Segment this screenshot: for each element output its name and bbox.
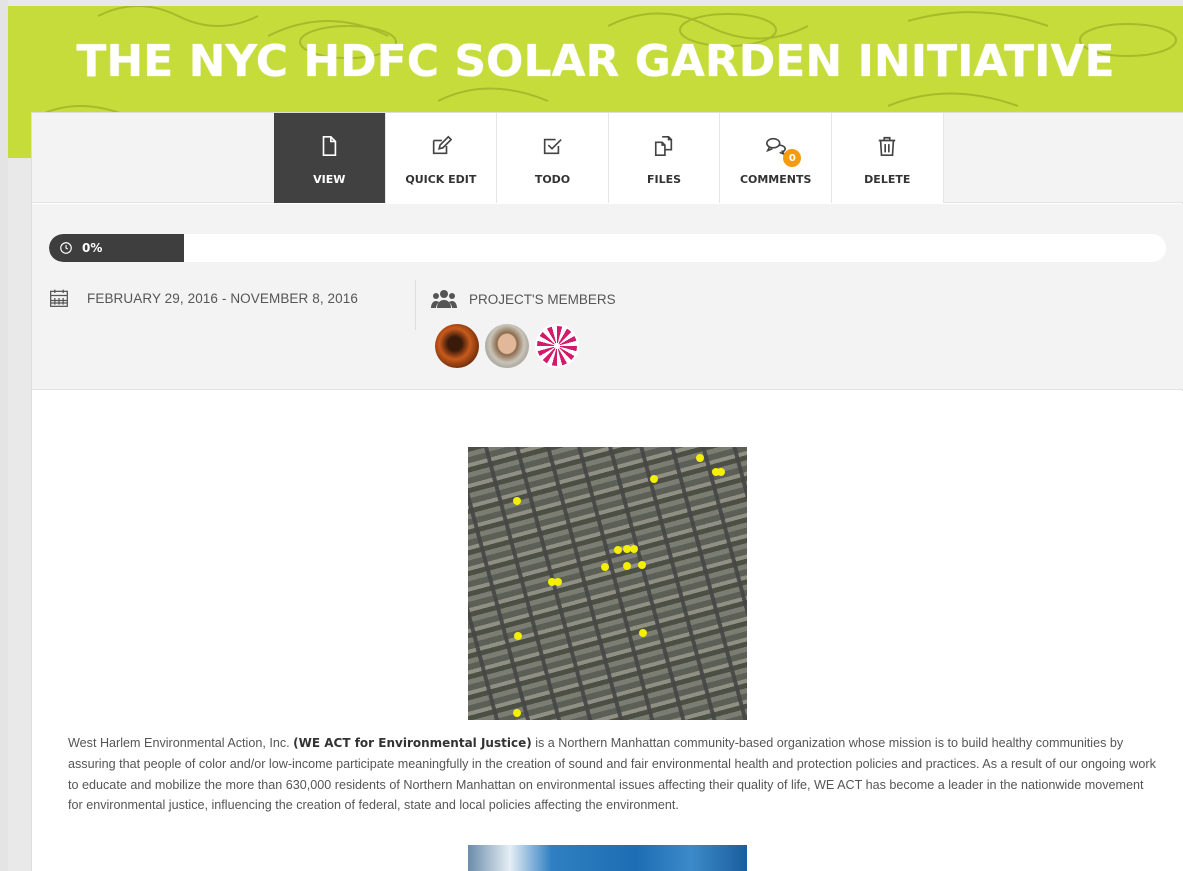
map-marker xyxy=(696,454,704,462)
project-members-header: PROJECT'S MEMBERS xyxy=(431,288,616,310)
map-marker xyxy=(650,475,658,483)
map-marker xyxy=(717,468,725,476)
tab-comments[interactable]: 0 COMMENTS xyxy=(720,113,832,203)
map-marker xyxy=(554,578,562,586)
trash-icon xyxy=(874,133,900,159)
solar-panel-image xyxy=(468,845,747,871)
progress-fill: 0% xyxy=(49,234,184,262)
project-meta: 0% FEBRUARY 29, 2016 - NOVEMBER 8, 2016 … xyxy=(32,204,1183,390)
project-title: THE NYC HDFC SOLAR GARDEN INITIATIVE xyxy=(76,36,1115,87)
project-card: VIEW QUICK EDIT TODO FILES 0 COMMENTS DE… xyxy=(31,112,1183,871)
map-marker xyxy=(601,563,609,571)
tab-files[interactable]: FILES xyxy=(608,113,721,203)
tab-view-label: VIEW xyxy=(313,173,346,186)
file-icon xyxy=(316,133,342,159)
avatar[interactable] xyxy=(485,324,529,368)
comments-count-badge: 0 xyxy=(783,149,802,167)
map-marker xyxy=(630,545,638,553)
project-description: West Harlem Environmental Action, Inc. (… xyxy=(32,391,1183,871)
map-marker xyxy=(513,497,521,505)
tab-todo-label: TODO xyxy=(534,173,571,186)
avatar[interactable] xyxy=(435,324,479,368)
map-marker xyxy=(513,709,521,717)
progress-label: 0% xyxy=(82,241,103,255)
map-marker xyxy=(623,562,631,570)
progress-bar: 0% xyxy=(49,234,1166,262)
tab-todo[interactable]: TODO xyxy=(497,113,609,203)
map-marker xyxy=(638,561,646,569)
meta-divider xyxy=(415,280,416,330)
map-marker xyxy=(614,546,622,554)
tab-files-label: FILES xyxy=(647,173,682,186)
description-text-start: West Harlem Environmental Action, Inc. xyxy=(68,736,294,750)
map-marker xyxy=(639,629,647,637)
edit-icon xyxy=(428,133,454,159)
action-tabs: VIEW QUICK EDIT TODO FILES 0 COMMENTS DE… xyxy=(274,113,944,203)
member-avatars xyxy=(435,324,579,368)
action-toolbar: VIEW QUICK EDIT TODO FILES 0 COMMENTS DE… xyxy=(32,113,1183,203)
avatar[interactable] xyxy=(535,324,579,368)
clock-icon xyxy=(60,242,72,254)
users-icon xyxy=(431,290,457,308)
tab-quick-edit[interactable]: QUICK EDIT xyxy=(385,113,498,203)
map-marker xyxy=(514,632,522,640)
organization-name: (WE ACT for Environmental Justice) xyxy=(293,736,532,750)
tab-delete-label: DELETE xyxy=(864,173,911,186)
project-dates: FEBRUARY 29, 2016 - NOVEMBER 8, 2016 xyxy=(49,288,358,308)
calendar-icon xyxy=(50,289,68,307)
tab-view[interactable]: VIEW xyxy=(274,113,386,203)
description-paragraph: West Harlem Environmental Action, Inc. (… xyxy=(68,733,1158,816)
project-date-range: FEBRUARY 29, 2016 - NOVEMBER 8, 2016 xyxy=(87,290,358,306)
tab-comments-label: COMMENTS xyxy=(739,173,812,186)
checkbox-icon xyxy=(539,133,565,159)
tab-delete[interactable]: DELETE xyxy=(831,113,944,203)
satellite-map-image xyxy=(468,447,747,720)
tab-quick-edit-label: QUICK EDIT xyxy=(405,173,477,186)
files-icon xyxy=(651,133,677,159)
left-gutter xyxy=(0,0,8,871)
project-members-label: PROJECT'S MEMBERS xyxy=(469,291,616,307)
